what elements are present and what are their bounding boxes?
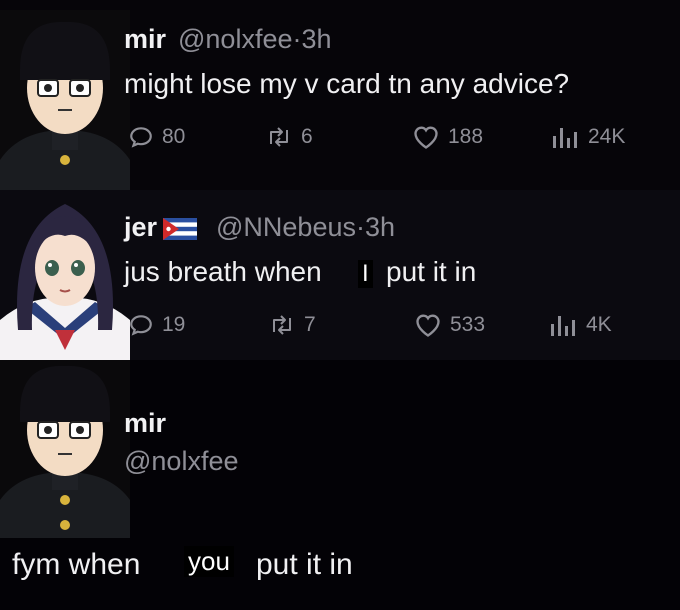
views-count: 4K (586, 313, 612, 336)
mob-avatar-icon (0, 360, 130, 538)
views-icon (551, 316, 575, 336)
author-handle[interactable]: @nolxfee (124, 446, 238, 477)
author-name[interactable]: mir (124, 408, 166, 439)
heart-icon (416, 314, 440, 337)
tweet-text-before: jus breath when (124, 256, 322, 287)
reply-button[interactable]: 80 (128, 124, 185, 150)
author-handle[interactable]: @nolxfee·3h (178, 24, 332, 55)
repost-icon (270, 127, 288, 147)
cuba-flag-icon (163, 217, 198, 240)
separator-dot: · (355, 212, 365, 242)
like-count: 188 (448, 125, 484, 148)
avatar-mir[interactable] (0, 360, 130, 538)
reply-count: 80 (162, 125, 186, 148)
avatar-jer[interactable] (0, 190, 130, 360)
like-count: 533 (450, 313, 486, 336)
repost-icon (273, 315, 291, 335)
reply-count: 19 (162, 313, 186, 336)
author-handle[interactable]: @NNebeus·3h (216, 212, 395, 243)
author-name[interactable]: mir (124, 24, 166, 55)
tweet-text: might lose my v card tn any advice? (124, 68, 570, 99)
edited-word: I (358, 260, 373, 288)
reply-button[interactable]: 19 (128, 312, 185, 338)
repost-count: 7 (304, 313, 316, 336)
edited-word: you (184, 546, 234, 577)
heart-icon (414, 126, 438, 149)
views-button[interactable]: 24K (550, 124, 625, 150)
tweet-1: mir @nolxfee·3h might lose my v card tn … (0, 0, 680, 190)
reply-icon (130, 315, 152, 336)
caption-text-after: put it in (256, 548, 353, 581)
avatar-mir[interactable] (0, 10, 130, 190)
timestamp: 3h (301, 24, 332, 54)
timestamp: 3h (364, 212, 396, 242)
reply-icon (130, 127, 152, 148)
tweet-3: mir @nolxfee fym when you put it in (0, 360, 680, 610)
like-button[interactable]: 188 (412, 124, 483, 150)
like-button[interactable]: 533 (414, 312, 485, 338)
repost-count: 6 (301, 125, 313, 148)
tweet-text: jus breath when (124, 256, 322, 288)
caption-text-before: fym when (12, 548, 141, 581)
author-name-text: jer (124, 212, 158, 242)
author-name[interactable]: jer (124, 212, 198, 243)
mob-avatar-icon (0, 10, 130, 190)
repost-button[interactable]: 7 (268, 312, 316, 338)
views-icon (553, 128, 577, 148)
tweet-2: jer @NNebeus·3h jus breath when I put it… (0, 190, 680, 360)
views-count: 24K (588, 125, 626, 148)
tweet-text-after: put it in (386, 256, 477, 287)
handle-text: @nolxfee (178, 24, 293, 54)
anime-girl-avatar-icon (0, 190, 130, 360)
repost-button[interactable]: 6 (265, 124, 313, 150)
views-button[interactable]: 4K (548, 312, 612, 338)
handle-text: @NNebeus (216, 212, 356, 242)
